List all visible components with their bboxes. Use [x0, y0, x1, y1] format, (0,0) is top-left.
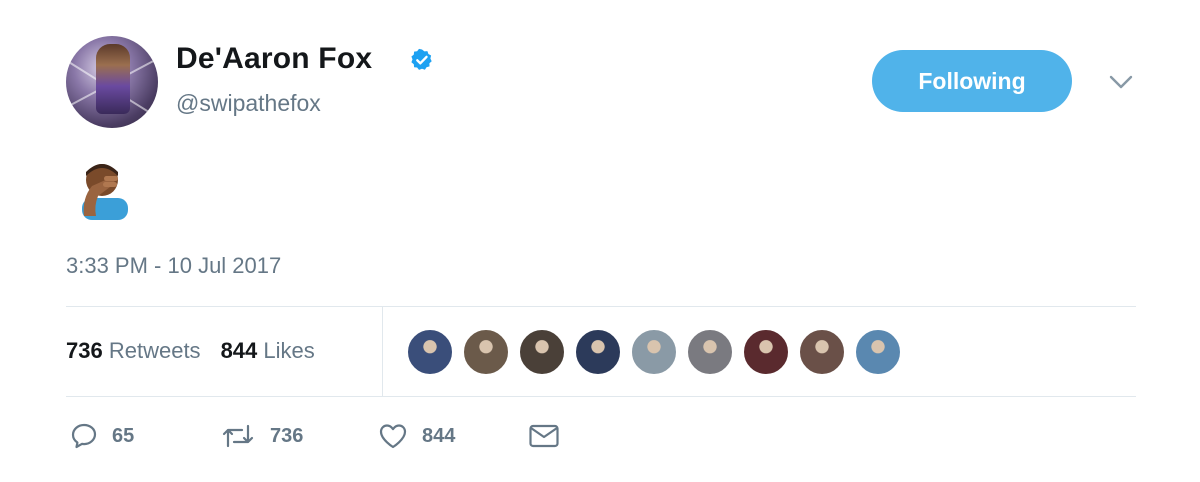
liker-avatar[interactable] [574, 328, 622, 376]
liker-avatar[interactable] [742, 328, 790, 376]
stats-divider [382, 307, 383, 396]
tweet-stats: 736 Retweets 844 Likes [66, 338, 315, 364]
avatar-figure [96, 44, 130, 114]
liker-avatar[interactable] [686, 328, 734, 376]
liker-avatar[interactable] [406, 328, 454, 376]
user-handle[interactable]: @swipathefox [176, 90, 321, 117]
retweet-button[interactable]: 736 [220, 422, 378, 450]
following-button[interactable]: Following [872, 50, 1072, 112]
likes-label: Likes [263, 338, 315, 363]
heart-icon [379, 424, 407, 449]
chevron-down-icon[interactable] [1108, 74, 1134, 90]
avatar[interactable] [66, 36, 158, 128]
retweet-count: 736 [270, 424, 304, 447]
retweet-icon [222, 424, 254, 448]
liker-avatars [406, 328, 902, 376]
divider [66, 306, 1136, 307]
liker-avatar[interactable] [518, 328, 566, 376]
reply-icon [71, 423, 97, 449]
retweets-stat[interactable]: 736 Retweets [66, 338, 201, 364]
envelope-icon [529, 424, 559, 448]
like-count: 844 [422, 424, 456, 447]
tweet-actions: 65 736 844 [70, 422, 560, 450]
likes-count: 844 [220, 338, 258, 363]
display-name[interactable]: De'Aaron Fox [176, 42, 372, 76]
liker-avatar[interactable] [630, 328, 678, 376]
divider [66, 396, 1136, 397]
like-button[interactable]: 844 [378, 422, 528, 450]
retweets-count: 736 [66, 338, 103, 363]
facepalm-emoji-icon [82, 164, 128, 220]
reply-button[interactable]: 65 [70, 422, 220, 450]
liker-avatar[interactable] [462, 328, 510, 376]
retweets-label: Retweets [108, 338, 201, 363]
liker-avatar[interactable] [854, 328, 902, 376]
liker-avatar[interactable] [798, 328, 846, 376]
likes-stat[interactable]: 844 Likes [221, 338, 315, 364]
tweet-timestamp[interactable]: 3:33 PM - 10 Jul 2017 [66, 253, 281, 279]
verified-badge-icon [411, 48, 432, 70]
direct-message-button[interactable] [528, 423, 560, 449]
reply-count: 65 [112, 424, 135, 447]
